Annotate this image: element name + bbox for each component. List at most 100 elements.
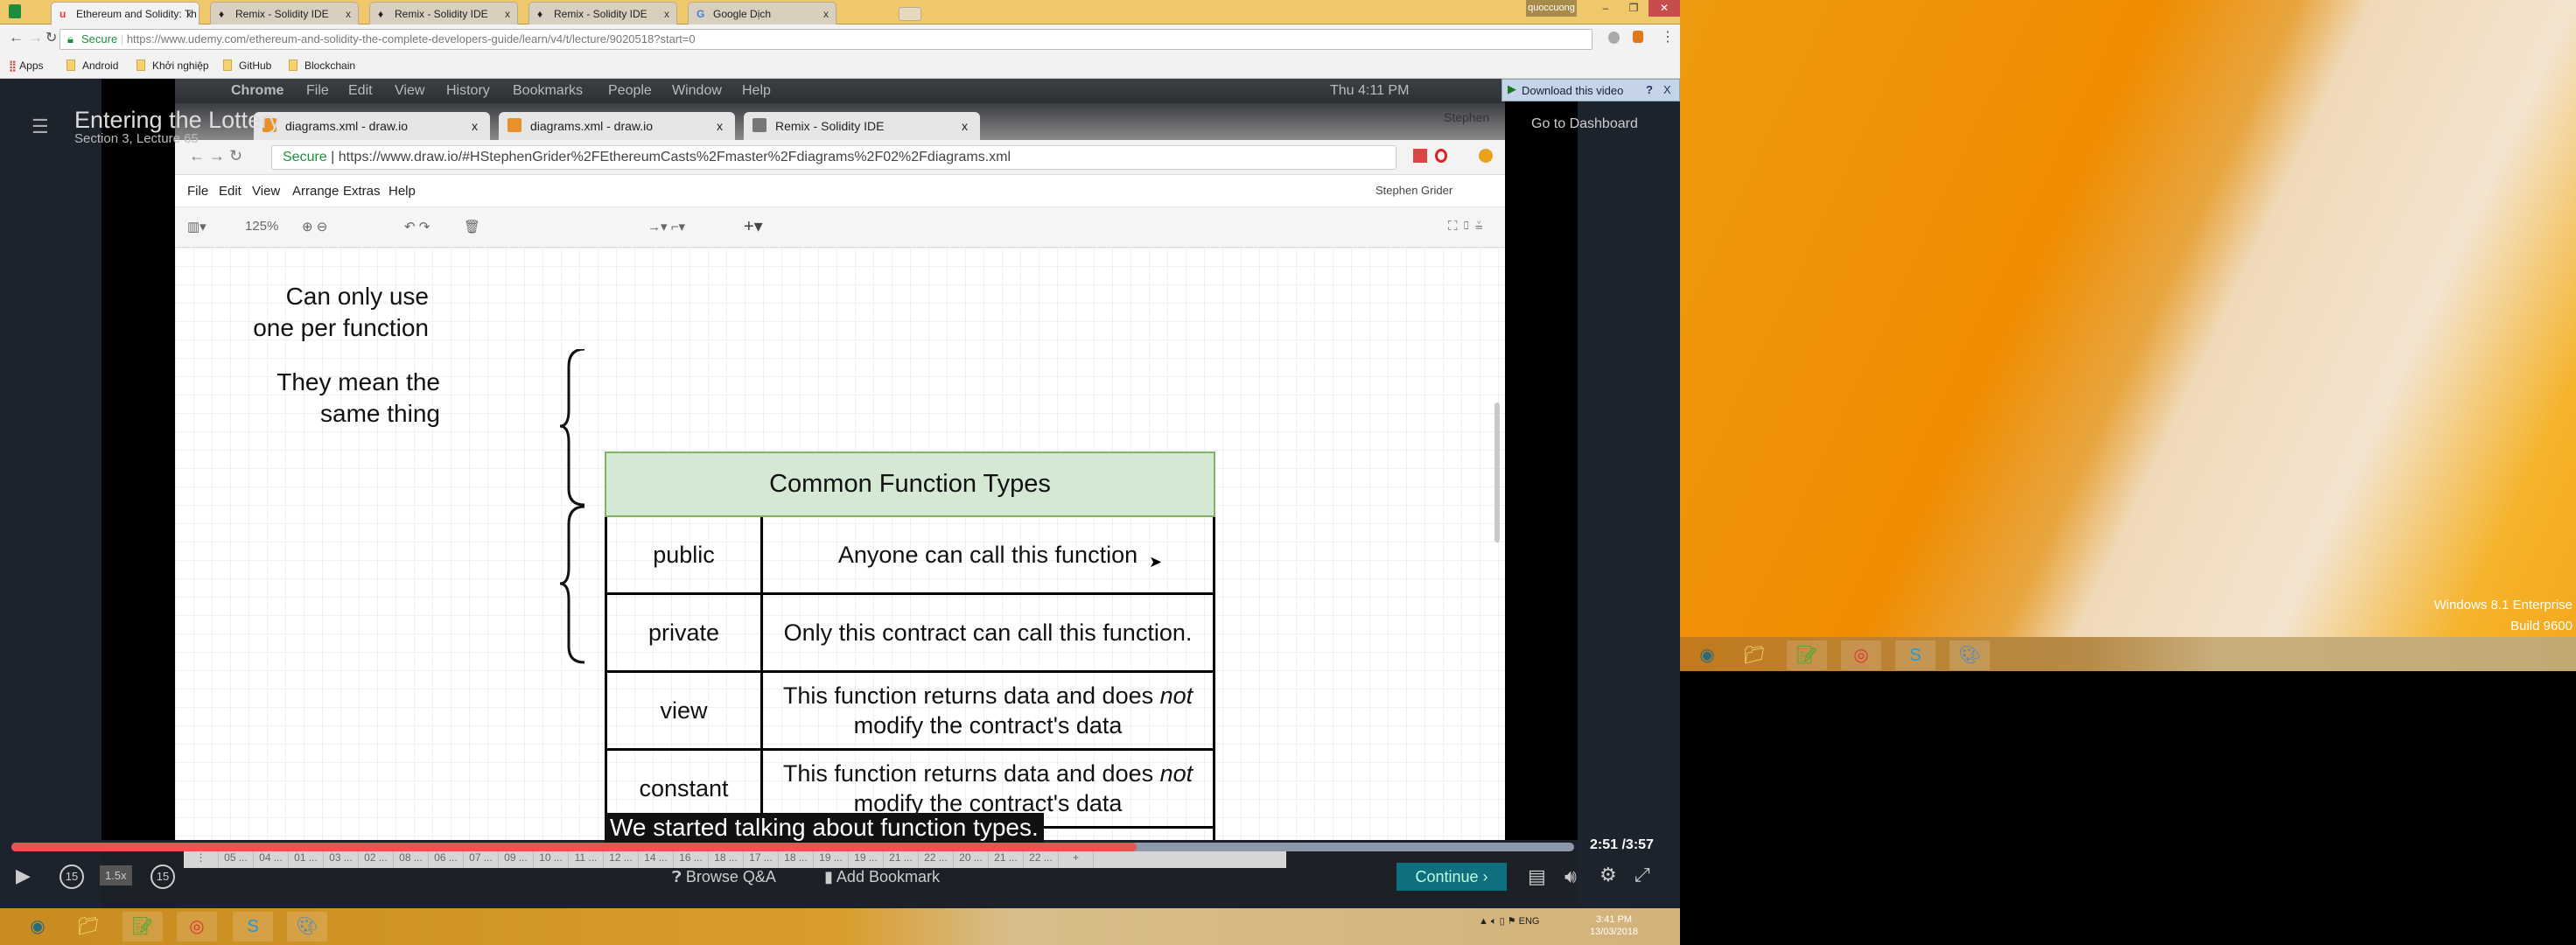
video-caption: We started talking about function types.	[605, 813, 1044, 843]
file-explorer-icon[interactable]: 📁︎	[68, 912, 108, 942]
udemy-icon: u	[60, 8, 66, 20]
paint-icon[interactable]: 🎨︎	[287, 912, 327, 942]
chrome-window: u Ethereum and Solidity: Th x ♦ Remix - Soli…	[0, 0, 1680, 945]
bookmark-folder-blockchain[interactable]: Blockchain	[289, 60, 355, 72]
secure-label: Secure	[81, 32, 118, 46]
tab-strip: u Ethereum and Solidity: Th x ♦ Remix - Soli…	[0, 0, 1680, 24]
fullscreen-icon[interactable]: ⤢	[1634, 864, 1650, 886]
zoom-in-icon: ⊕ ⊖	[302, 220, 328, 234]
apps-grid-icon: ⣿	[9, 60, 17, 72]
browser-tab[interactable]: G Google Dịch x	[688, 2, 836, 24]
paint-icon[interactable]: 🎨︎	[1950, 640, 1990, 670]
mac-tab-strip: diagrams.xml - draw.io x diagrams.xml - d…	[175, 103, 1505, 140]
sheets-app-icon[interactable]	[9, 4, 21, 18]
language-indicator[interactable]: ENG	[1519, 916, 1540, 927]
speed-button[interactable]: 1.5x	[100, 865, 132, 886]
help-icon[interactable]: ?	[1646, 83, 1653, 96]
notepad-icon[interactable]: 📝︎	[122, 912, 163, 942]
menu-kebab-icon[interactable]: ⋮	[1661, 28, 1675, 46]
tab-close-icon[interactable]: x	[664, 8, 669, 20]
browser-tab[interactable]: ♦ Remix - Solidity IDE x	[369, 2, 518, 24]
play-arrow-icon: ▶	[1508, 82, 1516, 95]
browse-qa-button[interactable]: ❓︎ Browse Q&A	[672, 868, 776, 886]
progress-bar[interactable]	[11, 843, 1574, 851]
settings-gear-icon[interactable]: ⚙	[1600, 864, 1617, 886]
bookmark-folder-github[interactable]: GitHub	[223, 60, 271, 72]
restore-button[interactable]: ❐	[1620, 0, 1647, 17]
metamask-icon[interactable]	[1633, 31, 1643, 43]
browser-tab[interactable]: u Ethereum and Solidity: Th x	[51, 2, 200, 24]
drawio-canvas: Can only use one per function They mean t…	[175, 248, 1505, 840]
drawio-toolbar: ▥▾ 125% ⊕ ⊖ ↶ ↷ 🗑︎ →▾ ⌐▾ +▾ ⛶ ▯ ≚	[175, 207, 1505, 248]
close-window-button[interactable]: ✕	[1648, 0, 1680, 17]
canvas-scrollbar[interactable]	[1494, 402, 1500, 542]
reload-icon[interactable]: ↻	[46, 29, 57, 46]
tab-label: Remix - Solidity IDE	[554, 8, 648, 20]
function-description: This function returns data and does not …	[763, 673, 1213, 748]
lock-icon: 🔒︎	[67, 32, 74, 46]
skype-icon[interactable]: S	[233, 912, 273, 942]
play-button[interactable]: ▶	[16, 864, 31, 887]
windows-taskbar: ◉ 📁︎ 📝︎ ◎ S 🎨︎	[0, 908, 1680, 945]
skype-icon[interactable]: S	[1895, 640, 1936, 670]
description-text: modify the contract's data	[853, 712, 1123, 738]
mac-profile: Stephen	[1444, 110, 1490, 124]
progress-fill	[11, 843, 1137, 851]
extension-icon	[1413, 149, 1427, 163]
browser-tab[interactable]: ♦ Remix - Solidity IDE x	[528, 2, 677, 24]
minimize-button[interactable]: ‒	[1592, 0, 1619, 17]
mouse-cursor-icon: ➤	[1149, 553, 1163, 570]
ethereum-icon: ♦	[537, 8, 543, 20]
mac-clock: Thu 4:11 PM	[1330, 83, 1410, 98]
file-explorer-icon[interactable]: 📁︎	[1734, 640, 1774, 670]
mac-menubar: Chrome File Edit View History Bookmarks …	[175, 79, 1505, 103]
url-bar[interactable]: 🔒︎ Secure | https://www.udemy.com/ethere…	[60, 29, 1592, 50]
group-label-one-per-function: Can only use one per function	[253, 283, 429, 341]
brace-bottom	[559, 505, 585, 664]
rewind-15-button[interactable]: 15	[60, 864, 84, 889]
tab-close-icon[interactable]: x	[505, 8, 510, 20]
start-orb-icon[interactable]: ◉	[18, 912, 58, 942]
download-video-button[interactable]: Download this video	[1522, 84, 1623, 97]
video-frame-screen: Chrome File Edit View History Bookmarks …	[175, 79, 1505, 840]
notepad-icon[interactable]: 📝︎	[1787, 640, 1827, 670]
download-video-bar: ▶ Download this video ? X	[1502, 79, 1680, 102]
taskbar-clock[interactable]: 3:41 PM 13/03/2018	[1590, 914, 1638, 938]
ethereum-icon	[752, 118, 766, 132]
format-panel-icon: ▥▾	[187, 220, 206, 234]
mac-url-bar: Secure | https://www.draw.io/#HStephenGr…	[271, 145, 1396, 170]
bookmark-folder-khoi-nghiep[interactable]: Khởi nghiệp	[136, 60, 209, 72]
function-type: private	[607, 595, 763, 670]
chrome-icon[interactable]: ◎	[1841, 640, 1881, 670]
bookmark-apps[interactable]: ⣿ Apps	[9, 60, 44, 72]
new-tab-button[interactable]	[899, 7, 921, 21]
mac-tab: Remix - Solidity IDE x	[744, 112, 980, 140]
lecture-title: Entering the Lottery	[74, 107, 281, 133]
lecture-subtitle: Section 3, Lecture 65	[74, 131, 199, 146]
function-types-table: Common Function Types public Anyone can c…	[605, 452, 1215, 840]
browser-tab[interactable]: ♦ Remix - Solidity IDE x	[210, 2, 359, 24]
tab-close-icon[interactable]: x	[346, 8, 351, 20]
curriculum-list-icon[interactable]: ☰	[32, 116, 49, 138]
insert-icon: +▾	[744, 217, 763, 236]
forward-icon[interactable]: →	[28, 29, 43, 46]
forward-15-button[interactable]: 15	[150, 864, 175, 889]
bookmark-folder-android[interactable]: Android	[66, 60, 118, 72]
start-orb-icon[interactable]: ◉	[1687, 640, 1727, 670]
back-icon[interactable]: ←	[9, 29, 24, 46]
volume-icon[interactable]: 🔊︎	[1564, 865, 1577, 888]
upload-icon	[1479, 149, 1493, 163]
folder-icon	[66, 60, 75, 71]
profile-chip[interactable]: quoccuong	[1526, 0, 1577, 17]
tab-label: Ethereum and Solidity: Th	[76, 8, 197, 20]
tab-close-icon[interactable]: x	[186, 8, 192, 20]
captions-icon[interactable]: ▤	[1528, 865, 1546, 888]
extension-icon[interactable]	[1608, 32, 1620, 44]
ethereum-icon: ♦	[378, 8, 384, 20]
tab-close-icon[interactable]: x	[823, 8, 829, 20]
go-to-dashboard-link[interactable]: Go to Dashboard	[1531, 116, 1638, 132]
close-icon[interactable]: X	[1663, 83, 1671, 96]
continue-button[interactable]: Continue ›	[1396, 863, 1507, 891]
add-bookmark-button[interactable]: ▮ Add Bookmark	[824, 868, 940, 886]
chrome-icon[interactable]: ◎	[177, 912, 217, 942]
